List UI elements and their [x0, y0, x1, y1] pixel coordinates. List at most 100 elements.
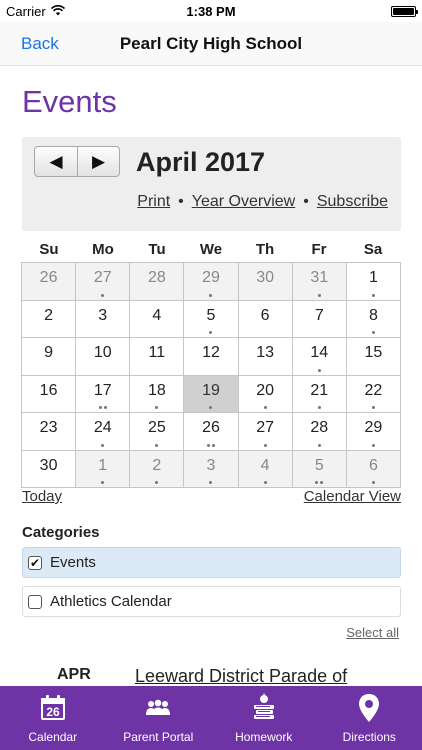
calendar-day[interactable]: 28: [292, 413, 347, 451]
calendar-day[interactable]: 2: [22, 300, 77, 338]
calendar-day[interactable]: 6: [238, 300, 293, 338]
calendar-day[interactable]: 1: [346, 263, 401, 301]
select-all-link[interactable]: Select all: [346, 625, 399, 640]
day-number: 14: [310, 344, 329, 361]
calendar-day[interactable]: 23: [22, 413, 77, 451]
calendar-day[interactable]: 31: [292, 263, 347, 301]
back-button[interactable]: Back: [21, 34, 59, 54]
year-overview-link[interactable]: Year Overview: [192, 193, 295, 211]
calendar-view-link[interactable]: Calendar View: [304, 488, 401, 505]
tab-label: Parent Portal: [123, 730, 194, 744]
calendar-day[interactable]: 17: [76, 375, 131, 413]
category-athletics[interactable]: Athletics Calendar: [22, 586, 401, 617]
calendar-day[interactable]: 9: [22, 338, 77, 376]
calendar-day[interactable]: 30: [22, 450, 77, 488]
print-link[interactable]: Print: [137, 193, 170, 211]
nav-title: Pearl City High School: [119, 33, 303, 53]
calendar-day[interactable]: 29: [184, 263, 239, 301]
prev-month-button[interactable]: ◀: [35, 147, 77, 176]
calendar-day[interactable]: 1: [76, 450, 131, 488]
calendar-day[interactable]: 5: [184, 300, 239, 338]
calendar-day[interactable]: 3: [184, 450, 239, 488]
event-dots: [184, 406, 237, 409]
day-number: 5: [314, 456, 324, 474]
event-dot-icon: [263, 443, 267, 447]
next-month-button[interactable]: ▶: [77, 147, 119, 176]
calendar-day[interactable]: 3: [76, 300, 131, 338]
calendar-day[interactable]: 22: [346, 375, 401, 413]
calendar-day[interactable]: 27: [76, 263, 131, 301]
calendar-day[interactable]: 5: [292, 450, 347, 488]
link-separator: •: [178, 193, 184, 210]
event-dot-icon: [371, 331, 375, 334]
day-number: 7: [314, 306, 324, 324]
calendar-day[interactable]: 2: [130, 450, 185, 488]
map-pin-icon: [354, 693, 384, 723]
weekday-header: Fr: [311, 241, 327, 258]
event-dots: [184, 293, 237, 297]
calendar-day[interactable]: 21: [292, 375, 347, 413]
calendar-day[interactable]: 11: [130, 338, 185, 376]
calendar-day[interactable]: 13: [238, 338, 293, 376]
today-link[interactable]: Today: [22, 488, 62, 505]
day-number: 10: [93, 344, 112, 361]
day-number: 2: [44, 306, 54, 324]
tab-directions[interactable]: Directions: [317, 686, 422, 750]
calendar-day[interactable]: 6: [346, 450, 401, 488]
calendar-day[interactable]: 10: [76, 338, 131, 376]
event-dot-icon: [317, 443, 321, 447]
weekday-header: Sa: [363, 241, 383, 258]
calendar-day[interactable]: 25: [130, 413, 185, 451]
day-number: 3: [98, 306, 108, 324]
tab-parent-portal[interactable]: Parent Portal: [106, 686, 212, 750]
calendar-day[interactable]: 30: [238, 263, 293, 301]
category-events[interactable]: ✔ Events: [22, 547, 401, 578]
link-separator: •: [303, 193, 309, 210]
event-dot-icon: [101, 293, 105, 297]
event-dots: [184, 443, 237, 447]
calendar-day[interactable]: 26: [184, 413, 239, 451]
weekday-header: We: [199, 241, 223, 258]
calendar-day[interactable]: 12: [184, 338, 239, 376]
event-dots: [184, 331, 237, 334]
calendar-day[interactable]: 16: [22, 375, 77, 413]
event-dot-icon: [320, 481, 324, 484]
event-dots: [76, 443, 129, 447]
calendar-day[interactable]: 27: [238, 413, 293, 451]
day-number: 30: [256, 269, 275, 286]
event-title-link[interactable]: Leeward District Parade of: [135, 666, 347, 687]
day-number: 3: [206, 456, 216, 474]
status-left: Carrier: [6, 4, 65, 19]
calendar-badge: 26: [46, 705, 60, 719]
calendar-day[interactable]: 26: [22, 263, 77, 301]
calendar-week-row: 2 3 4 5 6 7 8: [22, 300, 401, 338]
wifi-icon: [50, 4, 65, 19]
calendar-day-today[interactable]: 19: [184, 375, 239, 413]
day-number: 2: [152, 456, 162, 474]
calendar-day[interactable]: 7: [292, 300, 347, 338]
calendar-day[interactable]: 20: [238, 375, 293, 413]
event-dot-icon: [103, 406, 107, 409]
tab-homework[interactable]: Homework: [211, 686, 317, 750]
calendar-day[interactable]: 28: [130, 263, 185, 301]
calendar-day[interactable]: 18: [130, 375, 185, 413]
calendar-day[interactable]: 4: [238, 450, 293, 488]
calendar-day[interactable]: 24: [76, 413, 131, 451]
tab-calendar[interactable]: 26 Calendar: [0, 686, 106, 750]
calendar-day[interactable]: 15: [346, 338, 401, 376]
day-number: 27: [256, 419, 275, 436]
calendar-header: ◀ ▶ April 2017 Print • Year Overview • S…: [22, 137, 401, 231]
checkbox-unchecked-icon[interactable]: [28, 594, 42, 609]
calendar-day[interactable]: 14: [292, 338, 347, 376]
calendar-day[interactable]: 4: [130, 300, 185, 338]
calendar-day[interactable]: 29: [346, 413, 401, 451]
checkbox-checked-icon[interactable]: ✔: [28, 555, 42, 570]
event-dot-icon: [371, 481, 375, 484]
subscribe-link[interactable]: Subscribe: [317, 193, 388, 211]
navigation-bar: Back Pearl City High School: [0, 22, 422, 66]
weekday-header: Mo: [92, 241, 114, 258]
weekday-header: Th: [255, 241, 275, 258]
event-dot-icon: [371, 406, 375, 409]
calendar-week-row: 23 24 25 26 27 28 29: [22, 413, 401, 451]
calendar-day[interactable]: 8: [346, 300, 401, 338]
